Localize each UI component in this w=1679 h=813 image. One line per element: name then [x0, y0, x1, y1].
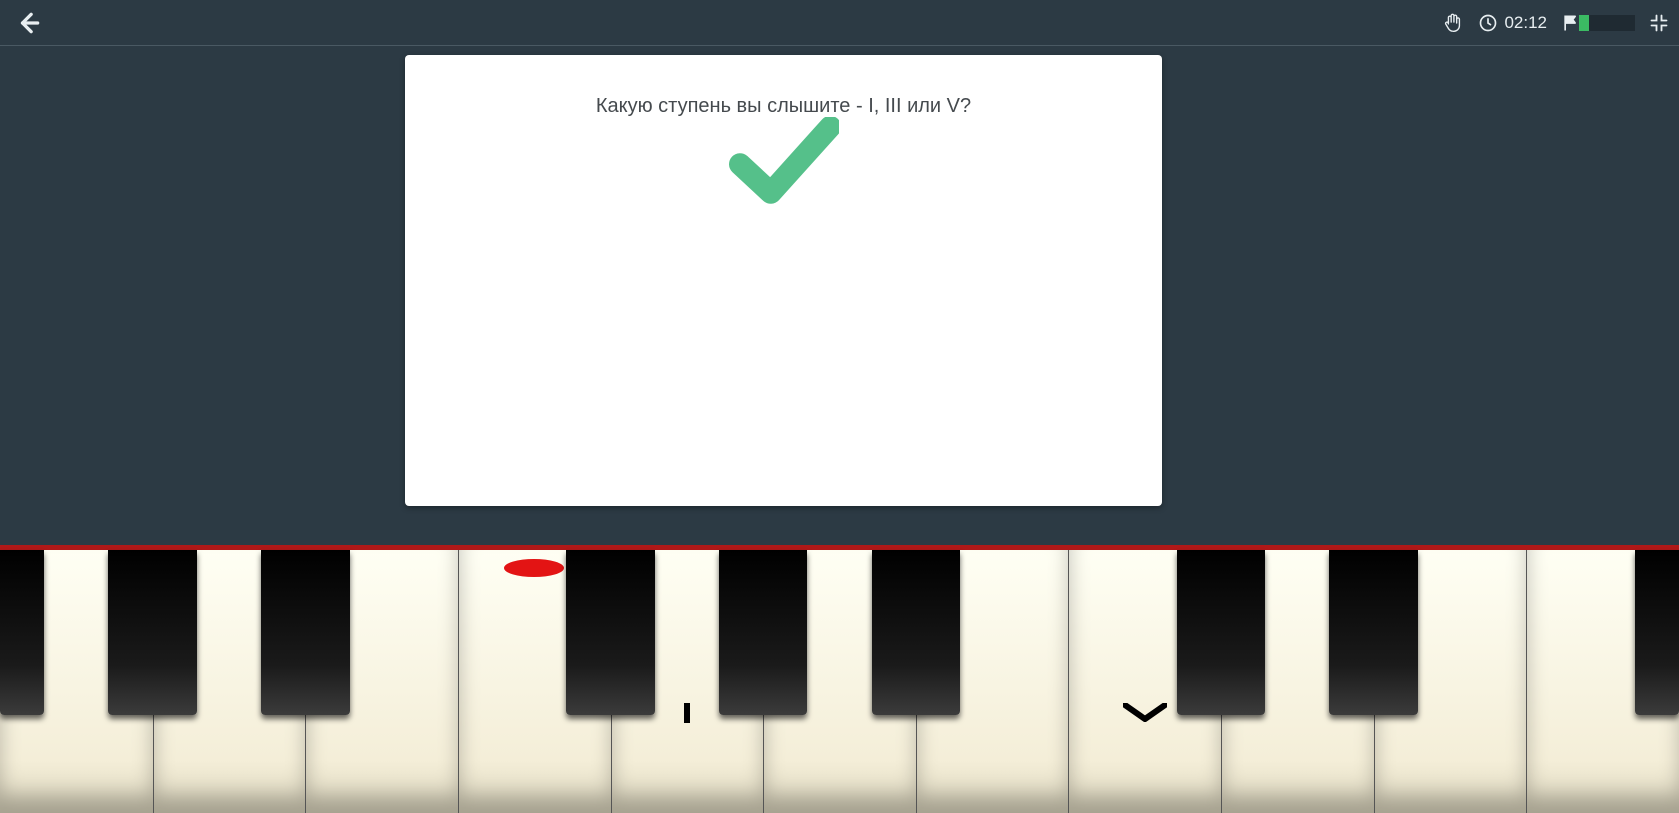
back-button[interactable] [16, 10, 42, 36]
piano-black-key[interactable] [872, 550, 961, 715]
fullscreen-exit-button[interactable] [1649, 13, 1669, 33]
top-bar: 02:12 [0, 0, 1679, 46]
flag-icon [1561, 13, 1581, 33]
timer-text: 02:12 [1504, 13, 1547, 33]
hand-raise-button[interactable] [1442, 12, 1464, 34]
checkmark-icon [729, 117, 839, 207]
clock-icon [1478, 13, 1498, 33]
piano-black-key[interactable] [108, 550, 197, 715]
piano-black-key[interactable] [719, 550, 808, 715]
degree-marker [1123, 703, 1167, 728]
piano-keyboard [0, 545, 1679, 813]
arrow-left-icon [16, 10, 42, 36]
timer-display: 02:12 [1478, 13, 1547, 33]
piano-black-key[interactable] [1635, 550, 1679, 715]
progress-bar [1579, 15, 1635, 31]
question-text: Какую ступень вы слышите - I, III или V? [405, 95, 1162, 118]
piano-black-key[interactable] [0, 550, 44, 715]
piano-black-key[interactable] [566, 550, 655, 715]
piano-black-key[interactable] [1329, 550, 1418, 715]
piano-black-key[interactable] [1177, 550, 1266, 715]
top-right-group: 02:12 [1442, 0, 1669, 45]
piano-black-key[interactable] [261, 550, 350, 715]
degree-marker [681, 703, 693, 728]
compress-icon [1649, 13, 1669, 33]
hand-icon [1442, 12, 1464, 34]
progress-bar-fill [1579, 15, 1589, 31]
progress-indicator [1561, 13, 1635, 33]
middle-c-marker [504, 559, 564, 577]
question-card: Какую ступень вы слышите - I, III или V? [405, 55, 1162, 506]
